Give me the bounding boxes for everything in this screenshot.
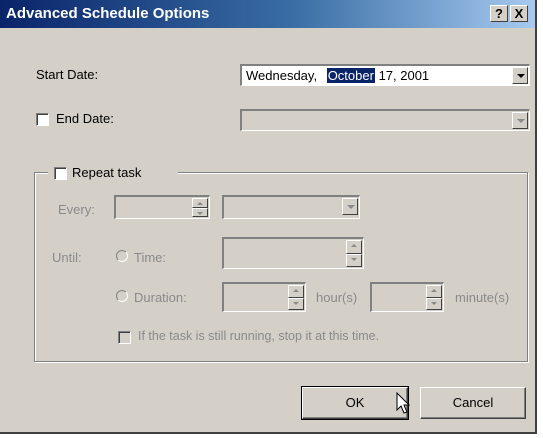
every-label: Every: [58,202,95,217]
end-date-label: End Date: [56,111,114,126]
every-spinner-arrows-icon[interactable] [192,198,208,217]
every-unit-dropdown-icon[interactable] [342,198,358,215]
help-button[interactable]: ? [490,5,508,22]
start-date-rest[interactable]: 17, 2001 [379,68,430,83]
advanced-schedule-dialog: Advanced Schedule Options ? X Start Date… [0,0,537,434]
repeat-task-label: Repeat task [72,165,142,180]
start-date-weekday[interactable]: Wednesday, [246,68,317,83]
close-button[interactable]: X [510,5,528,22]
repeat-task-checkbox[interactable] [54,167,67,180]
duration-radio[interactable] [116,290,128,302]
cancel-button[interactable]: Cancel [420,387,526,419]
start-date-picker[interactable]: Wednesday, October 17, 2001 [240,64,530,86]
end-date-dropdown-icon[interactable] [512,112,528,129]
stop-task-label: If the task is still running, stop it at… [138,329,380,343]
every-unit-select[interactable] [222,195,360,219]
time-spinner-arrows-icon[interactable] [346,240,362,267]
hours-spinner-arrows-icon[interactable] [288,285,304,310]
title-bar: Advanced Schedule Options ? X [0,0,535,28]
every-interval-spinner[interactable] [114,195,210,219]
hours-label: hour(s) [316,290,358,305]
start-date-month[interactable]: October [326,68,375,83]
time-label: Time: [134,250,167,265]
repeat-task-legend: Repeat task [48,164,178,182]
ok-button[interactable]: OK [301,386,409,420]
duration-minutes-field[interactable] [370,282,444,312]
minutes-label: minute(s) [455,290,510,305]
mouse-pointer-icon [396,392,411,414]
end-date-picker[interactable] [240,109,530,131]
end-date-checkbox[interactable] [36,113,49,126]
start-date-label: Start Date: [36,67,99,82]
until-time-field[interactable] [222,237,364,269]
stop-task-checkbox[interactable] [118,331,131,344]
minutes-spinner-arrows-icon[interactable] [426,285,442,310]
window-title: Advanced Schedule Options [6,5,210,22]
until-label: Until: [52,250,82,265]
duration-label: Duration: [134,290,187,305]
duration-hours-field[interactable] [222,282,306,312]
start-date-dropdown-icon[interactable] [512,67,528,84]
time-radio[interactable] [116,250,128,262]
